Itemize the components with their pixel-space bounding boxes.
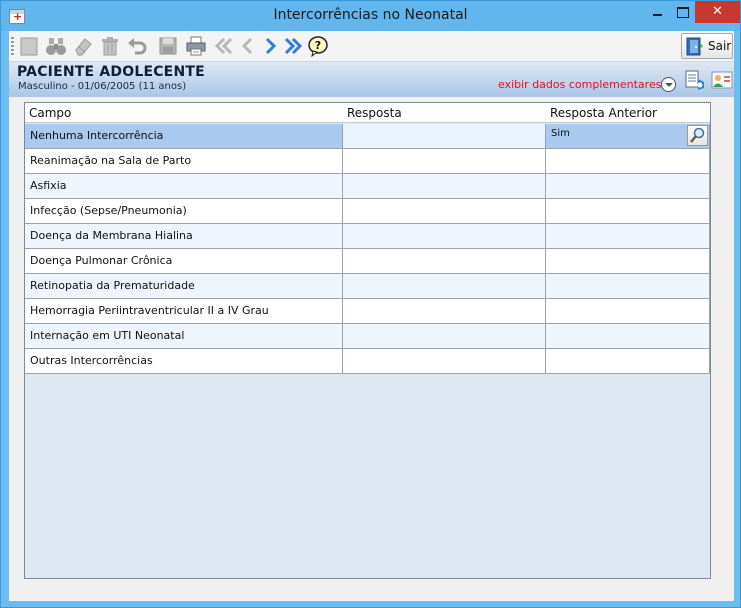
- magnifier-icon: [690, 127, 705, 143]
- patient-profile-icon[interactable]: [711, 69, 733, 91]
- cell-resposta-anterior[interactable]: [546, 224, 710, 248]
- minimize-button[interactable]: [644, 1, 670, 23]
- binoculars-icon[interactable]: [45, 35, 67, 57]
- lookup-button[interactable]: [687, 125, 708, 146]
- cell-campo-text: Retinopatia da Prematuridade: [30, 279, 195, 292]
- cell-resposta-anterior[interactable]: [546, 249, 710, 273]
- cell-resposta[interactable]: [343, 149, 546, 173]
- new-icon[interactable]: [18, 35, 40, 57]
- cell-campo[interactable]: Retinopatia da Prematuridade: [25, 274, 343, 298]
- previous-icon[interactable]: [237, 35, 259, 57]
- cell-campo[interactable]: Reanimação na Sala de Parto: [25, 149, 343, 173]
- application-window: Intercorrências no Neonatal ✕: [0, 0, 741, 608]
- cell-resposta-anterior[interactable]: Sim: [546, 124, 710, 148]
- column-header-resposta[interactable]: Resposta: [347, 106, 402, 120]
- cell-resposta-anterior[interactable]: [546, 274, 710, 298]
- grid-body: Nenhuma Intercorrência Sim Reanimação na…: [25, 124, 710, 374]
- cell-campo[interactable]: Outras Intercorrências: [25, 349, 343, 373]
- client-area: ? Sair PACIENTE ADOLECENTE Masculino - 0…: [9, 31, 734, 601]
- table-row[interactable]: Hemorragia Periintraventricular II a IV …: [25, 299, 710, 324]
- table-row[interactable]: Doença Pulmonar Crônica: [25, 249, 710, 274]
- cell-resposta-anterior[interactable]: [546, 349, 710, 373]
- undo-icon[interactable]: [126, 35, 148, 57]
- title-bar[interactable]: Intercorrências no Neonatal ✕: [1, 1, 740, 31]
- table-row[interactable]: Reanimação na Sala de Parto: [25, 149, 710, 174]
- print-icon[interactable]: [185, 35, 207, 57]
- cell-resposta[interactable]: [343, 224, 546, 248]
- cell-campo-text: Outras Intercorrências: [30, 354, 153, 367]
- close-button[interactable]: ✕: [695, 1, 740, 23]
- intercurrences-grid: Campo Resposta Resposta Anterior Nenhuma…: [24, 102, 711, 579]
- cell-campo[interactable]: Doença da Membrana Hialina: [25, 224, 343, 248]
- cell-resposta[interactable]: [343, 249, 546, 273]
- patient-name: PACIENTE ADOLECENTE: [17, 64, 205, 80]
- cell-campo[interactable]: Doença Pulmonar Crônica: [25, 249, 343, 273]
- next-icon[interactable]: [259, 35, 281, 57]
- table-row[interactable]: Outras Intercorrências: [25, 349, 710, 374]
- cell-resposta-anterior[interactable]: [546, 199, 710, 223]
- cell-resposta[interactable]: [343, 324, 546, 348]
- cell-campo[interactable]: Asfixia: [25, 174, 343, 198]
- table-row[interactable]: Infecção (Sepse/Pneumonia): [25, 199, 710, 224]
- cell-campo[interactable]: Hemorragia Periintraventricular II a IV …: [25, 299, 343, 323]
- cell-campo-text: Doença Pulmonar Crônica: [30, 254, 173, 267]
- cell-campo-text: Infecção (Sepse/Pneumonia): [30, 204, 187, 217]
- cell-campo-text: Doença da Membrana Hialina: [30, 229, 193, 242]
- table-row[interactable]: Asfixia: [25, 174, 710, 199]
- trash-icon[interactable]: [99, 35, 121, 57]
- cell-campo-text: Nenhuma Intercorrência: [30, 129, 164, 142]
- cell-resposta[interactable]: [343, 174, 546, 198]
- help-icon[interactable]: ?: [307, 35, 329, 57]
- save-icon[interactable]: [157, 35, 179, 57]
- cell-resposta-anterior-text: Sim: [551, 128, 570, 139]
- eraser-icon[interactable]: [72, 35, 94, 57]
- toolbar: ? Sair: [9, 31, 734, 61]
- window-title: Intercorrências no Neonatal: [273, 7, 468, 23]
- cell-resposta[interactable]: [343, 349, 546, 373]
- cell-resposta[interactable]: [343, 124, 546, 148]
- column-header-resposta-anterior[interactable]: Resposta Anterior: [550, 106, 657, 120]
- table-row[interactable]: Retinopatia da Prematuridade: [25, 274, 710, 299]
- patient-header: PACIENTE ADOLECENTE Masculino - 01/06/20…: [9, 61, 734, 97]
- exit-button[interactable]: Sair: [681, 33, 733, 59]
- cell-campo-text: Reanimação na Sala de Parto: [30, 154, 192, 167]
- more-data-link[interactable]: exibir dados complementares...: [498, 78, 672, 91]
- cell-campo[interactable]: Nenhuma Intercorrência: [25, 124, 343, 148]
- cell-campo[interactable]: Internação em UTI Neonatal: [25, 324, 343, 348]
- patient-record-icon[interactable]: [684, 69, 706, 91]
- first-icon[interactable]: [213, 35, 235, 57]
- cell-campo-text: Hemorragia Periintraventricular II a IV …: [30, 304, 269, 317]
- cell-resposta-anterior[interactable]: [546, 299, 710, 323]
- cell-resposta-anterior[interactable]: [546, 324, 710, 348]
- cell-resposta[interactable]: [343, 274, 546, 298]
- cell-resposta-anterior[interactable]: [546, 174, 710, 198]
- expand-icon[interactable]: [661, 77, 676, 92]
- exit-button-label: Sair: [708, 39, 732, 53]
- cell-resposta[interactable]: [343, 299, 546, 323]
- toolbar-grip[interactable]: [11, 37, 14, 57]
- cell-resposta-anterior[interactable]: [546, 149, 710, 173]
- column-header-campo[interactable]: Campo: [29, 106, 71, 120]
- last-icon[interactable]: [282, 35, 304, 57]
- table-row[interactable]: Nenhuma Intercorrência Sim: [25, 124, 710, 149]
- cell-campo[interactable]: Infecção (Sepse/Pneumonia): [25, 199, 343, 223]
- table-row[interactable]: Doença da Membrana Hialina: [25, 224, 710, 249]
- cell-campo-text: Internação em UTI Neonatal: [30, 329, 185, 342]
- exit-door-icon: [686, 37, 704, 56]
- svg-text:?: ?: [315, 39, 321, 52]
- grid-header: Campo Resposta Resposta Anterior: [25, 103, 710, 123]
- maximize-button[interactable]: [669, 1, 695, 23]
- cell-campo-text: Asfixia: [30, 179, 67, 192]
- table-row[interactable]: Internação em UTI Neonatal: [25, 324, 710, 349]
- cell-resposta[interactable]: [343, 199, 546, 223]
- patient-info: Masculino - 01/06/2005 (11 anos): [18, 81, 187, 92]
